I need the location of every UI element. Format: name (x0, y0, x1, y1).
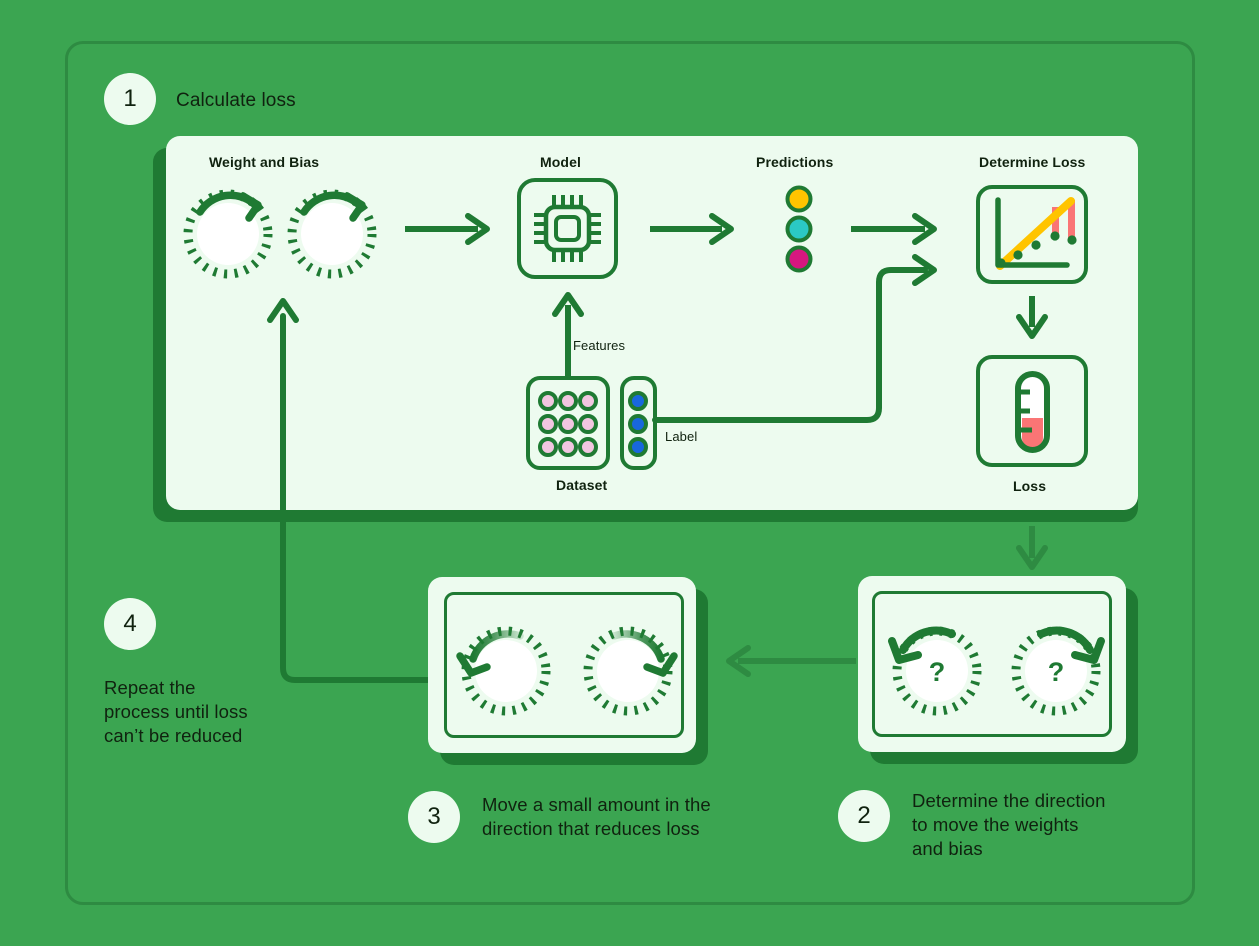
label-dataset: Dataset (556, 477, 608, 493)
label-features: Features (573, 338, 626, 353)
label-loss: Loss (1013, 478, 1047, 494)
step-description-3: Move a small amount in the direction tha… (482, 794, 711, 839)
step-title-1: Calculate loss (176, 90, 296, 111)
step-badge-2: 2 (838, 790, 890, 842)
step-description-2: Determine the direction to move the weig… (912, 790, 1106, 859)
label-label: Label (665, 429, 698, 444)
label-model: Model (540, 154, 581, 170)
step-description-4: Repeat the process until loss can’t be r… (104, 677, 248, 746)
step-2-card-inner-border (872, 591, 1112, 737)
step-badge-4: 4 (104, 598, 156, 650)
label-weight-and-bias: Weight and Bias (209, 154, 320, 170)
step-badge-1: 1 (104, 73, 156, 125)
label-determine-loss: Determine Loss (979, 154, 1086, 170)
step-badge-3: 3 (408, 791, 460, 843)
panel-1 (166, 136, 1138, 510)
step-3-card-inner-border (444, 592, 684, 738)
label-predictions: Predictions (756, 154, 834, 170)
diagram-canvas: 1 Calculate loss Weight and Bias Model P… (0, 0, 1259, 946)
